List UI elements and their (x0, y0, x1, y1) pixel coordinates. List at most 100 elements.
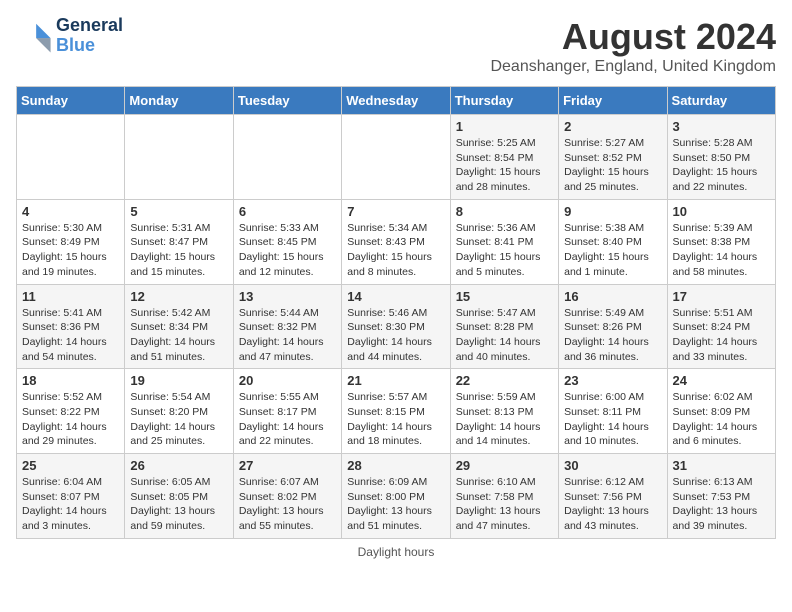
week-row-2: 4 Sunrise: 5:30 AMSunset: 8:49 PMDayligh… (17, 199, 776, 284)
day-number: 25 (22, 458, 119, 473)
day-number: 29 (456, 458, 553, 473)
day-info: Sunrise: 5:44 AMSunset: 8:32 PMDaylight:… (239, 306, 336, 365)
day-cell: 8 Sunrise: 5:36 AMSunset: 8:41 PMDayligh… (450, 199, 558, 284)
day-info: Sunrise: 5:38 AMSunset: 8:40 PMDaylight:… (564, 221, 661, 280)
day-number: 11 (22, 289, 119, 304)
day-info: Sunrise: 5:36 AMSunset: 8:41 PMDaylight:… (456, 221, 553, 280)
day-info: Sunrise: 5:55 AMSunset: 8:17 PMDaylight:… (239, 390, 336, 449)
day-info: Sunrise: 6:02 AMSunset: 8:09 PMDaylight:… (673, 390, 770, 449)
day-cell: 24 Sunrise: 6:02 AMSunset: 8:09 PMDaylig… (667, 369, 775, 454)
day-number: 20 (239, 373, 336, 388)
day-cell: 11 Sunrise: 5:41 AMSunset: 8:36 PMDaylig… (17, 284, 125, 369)
calendar-table: SundayMondayTuesdayWednesdayThursdayFrid… (16, 86, 776, 539)
day-number: 14 (347, 289, 444, 304)
day-number: 13 (239, 289, 336, 304)
footer-note: Daylight hours (16, 545, 776, 559)
day-cell: 5 Sunrise: 5:31 AMSunset: 8:47 PMDayligh… (125, 199, 233, 284)
day-number: 17 (673, 289, 770, 304)
day-number: 27 (239, 458, 336, 473)
header-cell-saturday: Saturday (667, 87, 775, 115)
header-cell-wednesday: Wednesday (342, 87, 450, 115)
header: General Blue August 2024 Deanshanger, En… (16, 16, 776, 76)
day-info: Sunrise: 5:30 AMSunset: 8:49 PMDaylight:… (22, 221, 119, 280)
logo-line1: General (56, 16, 123, 36)
main-title: August 2024 (490, 16, 776, 58)
day-info: Sunrise: 6:10 AMSunset: 7:58 PMDaylight:… (456, 475, 553, 534)
header-cell-monday: Monday (125, 87, 233, 115)
day-info: Sunrise: 5:25 AMSunset: 8:54 PMDaylight:… (456, 136, 553, 195)
title-area: August 2024 Deanshanger, England, United… (490, 16, 776, 76)
day-number: 5 (130, 204, 227, 219)
week-row-3: 11 Sunrise: 5:41 AMSunset: 8:36 PMDaylig… (17, 284, 776, 369)
day-number: 8 (456, 204, 553, 219)
day-info: Sunrise: 5:52 AMSunset: 8:22 PMDaylight:… (22, 390, 119, 449)
day-number: 31 (673, 458, 770, 473)
header-cell-thursday: Thursday (450, 87, 558, 115)
subtitle: Deanshanger, England, United Kingdom (490, 58, 776, 76)
day-cell: 29 Sunrise: 6:10 AMSunset: 7:58 PMDaylig… (450, 454, 558, 539)
day-cell: 31 Sunrise: 6:13 AMSunset: 7:53 PMDaylig… (667, 454, 775, 539)
day-info: Sunrise: 6:09 AMSunset: 8:00 PMDaylight:… (347, 475, 444, 534)
header-cell-tuesday: Tuesday (233, 87, 341, 115)
day-cell: 7 Sunrise: 5:34 AMSunset: 8:43 PMDayligh… (342, 199, 450, 284)
day-cell: 4 Sunrise: 5:30 AMSunset: 8:49 PMDayligh… (17, 199, 125, 284)
day-cell: 22 Sunrise: 5:59 AMSunset: 8:13 PMDaylig… (450, 369, 558, 454)
day-number: 22 (456, 373, 553, 388)
logo-icon (16, 18, 52, 54)
day-cell: 2 Sunrise: 5:27 AMSunset: 8:52 PMDayligh… (559, 115, 667, 200)
day-number: 23 (564, 373, 661, 388)
day-cell (125, 115, 233, 200)
day-cell: 25 Sunrise: 6:04 AMSunset: 8:07 PMDaylig… (17, 454, 125, 539)
day-number: 15 (456, 289, 553, 304)
day-info: Sunrise: 5:46 AMSunset: 8:30 PMDaylight:… (347, 306, 444, 365)
day-number: 26 (130, 458, 227, 473)
header-row: SundayMondayTuesdayWednesdayThursdayFrid… (17, 87, 776, 115)
day-number: 18 (22, 373, 119, 388)
calendar-body: 1 Sunrise: 5:25 AMSunset: 8:54 PMDayligh… (17, 115, 776, 539)
day-info: Sunrise: 5:59 AMSunset: 8:13 PMDaylight:… (456, 390, 553, 449)
day-cell: 16 Sunrise: 5:49 AMSunset: 8:26 PMDaylig… (559, 284, 667, 369)
day-info: Sunrise: 5:27 AMSunset: 8:52 PMDaylight:… (564, 136, 661, 195)
day-number: 6 (239, 204, 336, 219)
day-number: 19 (130, 373, 227, 388)
day-cell: 23 Sunrise: 6:00 AMSunset: 8:11 PMDaylig… (559, 369, 667, 454)
day-cell: 28 Sunrise: 6:09 AMSunset: 8:00 PMDaylig… (342, 454, 450, 539)
day-info: Sunrise: 5:49 AMSunset: 8:26 PMDaylight:… (564, 306, 661, 365)
day-cell: 15 Sunrise: 5:47 AMSunset: 8:28 PMDaylig… (450, 284, 558, 369)
day-info: Sunrise: 5:47 AMSunset: 8:28 PMDaylight:… (456, 306, 553, 365)
day-info: Sunrise: 5:51 AMSunset: 8:24 PMDaylight:… (673, 306, 770, 365)
day-number: 24 (673, 373, 770, 388)
day-number: 16 (564, 289, 661, 304)
day-number: 10 (673, 204, 770, 219)
day-info: Sunrise: 5:57 AMSunset: 8:15 PMDaylight:… (347, 390, 444, 449)
day-info: Sunrise: 5:42 AMSunset: 8:34 PMDaylight:… (130, 306, 227, 365)
day-number: 30 (564, 458, 661, 473)
header-cell-sunday: Sunday (17, 87, 125, 115)
day-info: Sunrise: 5:33 AMSunset: 8:45 PMDaylight:… (239, 221, 336, 280)
day-cell: 12 Sunrise: 5:42 AMSunset: 8:34 PMDaylig… (125, 284, 233, 369)
day-info: Sunrise: 5:31 AMSunset: 8:47 PMDaylight:… (130, 221, 227, 280)
day-number: 21 (347, 373, 444, 388)
day-info: Sunrise: 5:28 AMSunset: 8:50 PMDaylight:… (673, 136, 770, 195)
footer-text: Daylight hours (358, 545, 435, 559)
day-info: Sunrise: 5:39 AMSunset: 8:38 PMDaylight:… (673, 221, 770, 280)
day-info: Sunrise: 5:54 AMSunset: 8:20 PMDaylight:… (130, 390, 227, 449)
logo: General Blue (16, 16, 123, 56)
day-info: Sunrise: 5:41 AMSunset: 8:36 PMDaylight:… (22, 306, 119, 365)
day-cell: 21 Sunrise: 5:57 AMSunset: 8:15 PMDaylig… (342, 369, 450, 454)
day-info: Sunrise: 6:13 AMSunset: 7:53 PMDaylight:… (673, 475, 770, 534)
day-cell (342, 115, 450, 200)
day-number: 4 (22, 204, 119, 219)
day-cell (17, 115, 125, 200)
day-cell: 10 Sunrise: 5:39 AMSunset: 8:38 PMDaylig… (667, 199, 775, 284)
day-info: Sunrise: 6:07 AMSunset: 8:02 PMDaylight:… (239, 475, 336, 534)
day-cell: 30 Sunrise: 6:12 AMSunset: 7:56 PMDaylig… (559, 454, 667, 539)
day-info: Sunrise: 5:34 AMSunset: 8:43 PMDaylight:… (347, 221, 444, 280)
calendar-header: SundayMondayTuesdayWednesdayThursdayFrid… (17, 87, 776, 115)
logo-text: General Blue (56, 16, 123, 56)
day-cell: 1 Sunrise: 5:25 AMSunset: 8:54 PMDayligh… (450, 115, 558, 200)
day-cell: 3 Sunrise: 5:28 AMSunset: 8:50 PMDayligh… (667, 115, 775, 200)
day-number: 3 (673, 119, 770, 134)
day-cell: 19 Sunrise: 5:54 AMSunset: 8:20 PMDaylig… (125, 369, 233, 454)
day-cell: 14 Sunrise: 5:46 AMSunset: 8:30 PMDaylig… (342, 284, 450, 369)
